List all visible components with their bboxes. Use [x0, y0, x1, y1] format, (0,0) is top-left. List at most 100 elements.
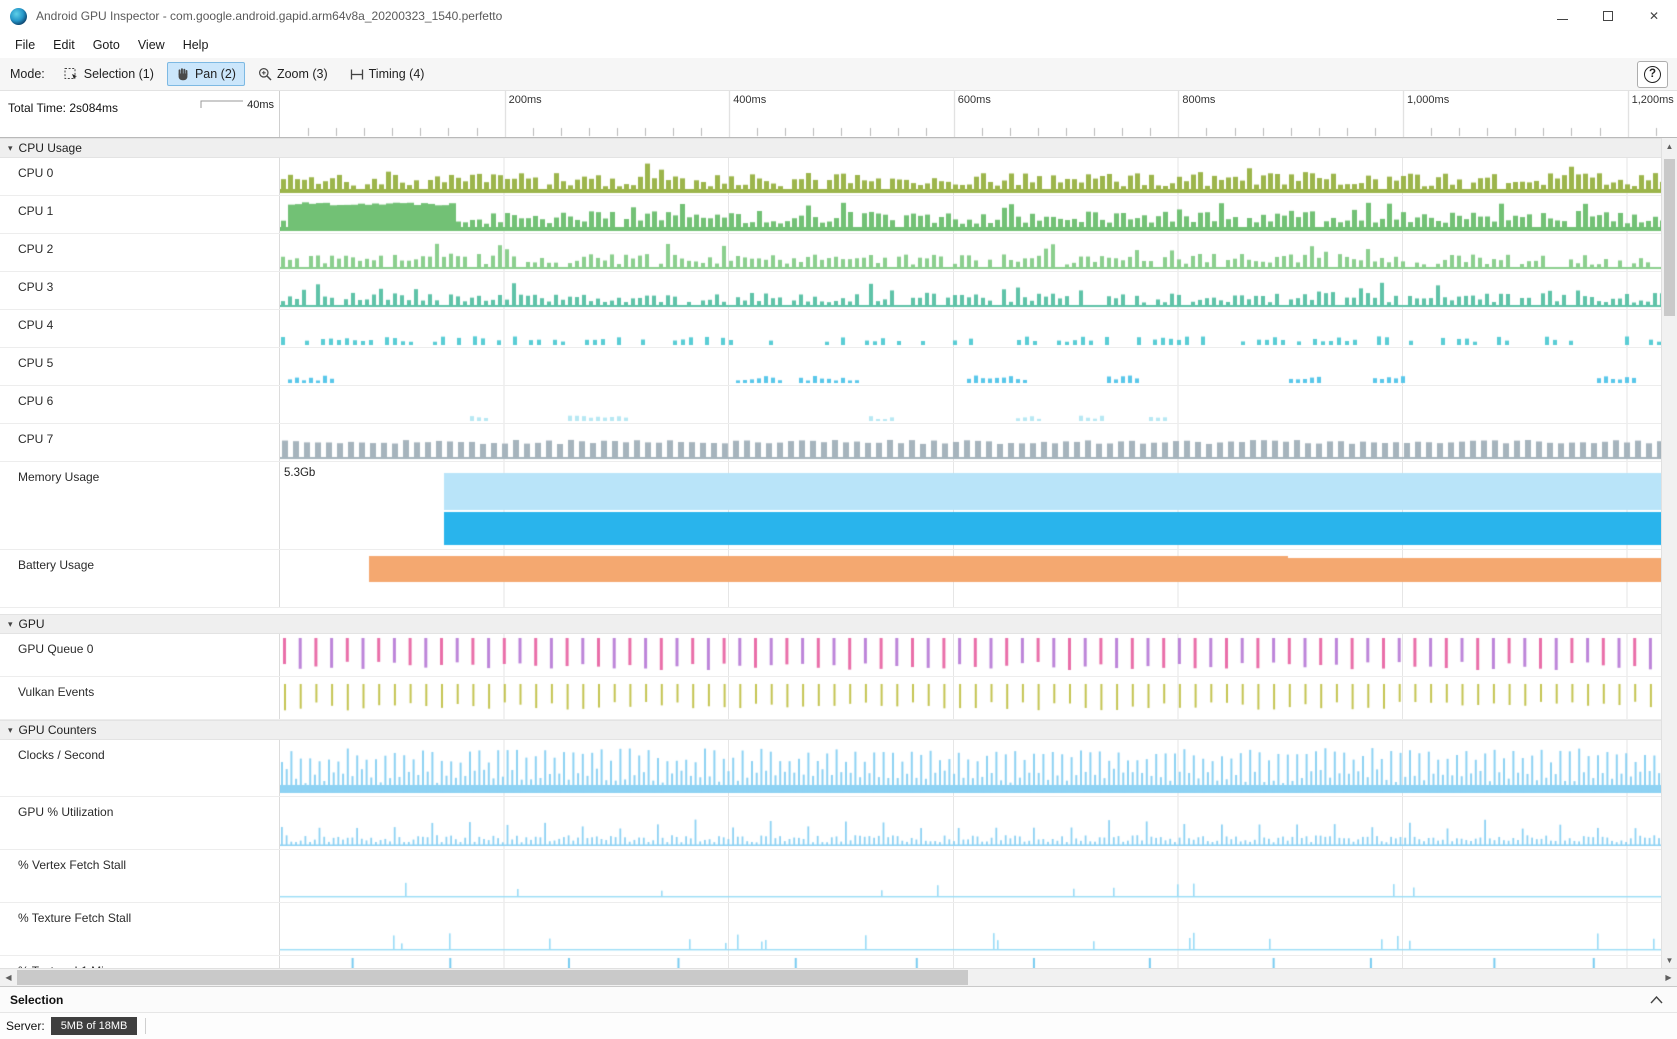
track-canvas	[280, 272, 1677, 309]
ruler-time-label: 800ms	[1182, 94, 1215, 106]
track-chart-gpu-queue-0[interactable]	[280, 634, 1677, 676]
track-chart-cpu-6[interactable]	[280, 386, 1677, 423]
status-separator	[145, 1018, 146, 1034]
track-chart-texture-fetch-stall[interactable]	[280, 903, 1677, 955]
track-canvas	[280, 348, 1677, 385]
zoom-icon	[258, 67, 272, 81]
timeline-tracks[interactable]: ▲ ▼ ▾CPU UsageCPU 0CPU 1CPU 2CPU 3CPU 4C…	[0, 138, 1677, 968]
vscroll-thumb[interactable]	[1664, 159, 1675, 316]
hscroll-thumb[interactable]	[17, 970, 968, 985]
menu-view[interactable]: View	[129, 34, 174, 56]
track-row-cpu-1: CPU 1	[0, 196, 1677, 234]
track-row-texture-l1-miss: % Texture L1 Miss	[0, 956, 1677, 968]
track-chart-cpu-1[interactable]	[280, 196, 1677, 233]
timing-mode-button[interactable]: Timing (4)	[341, 62, 434, 86]
track-chart-cpu-0[interactable]	[280, 158, 1677, 195]
track-chart-battery-usage[interactable]	[280, 550, 1677, 607]
section-label: CPU Usage	[19, 141, 82, 155]
timeline-ruler[interactable]: Total Time: 2s084ms 40ms 200ms400ms600ms…	[0, 91, 1677, 138]
collapse-arrow-icon[interactable]: ▾	[8, 619, 13, 630]
track-label: Vulkan Events	[0, 677, 280, 719]
scale-label: 40ms	[247, 99, 274, 111]
track-chart-gpu-utilization[interactable]	[280, 797, 1677, 849]
ruler-time-axis[interactable]: 200ms400ms600ms800ms1,000ms1,200ms	[280, 91, 1677, 137]
track-row-vertex-fetch-stall: % Vertex Fetch Stall	[0, 850, 1677, 903]
section-header-gpu-counters[interactable]: ▾GPU Counters	[0, 720, 1677, 740]
track-canvas	[280, 677, 1677, 719]
scroll-right-arrow-icon[interactable]: ▶	[1660, 969, 1677, 986]
track-canvas	[280, 386, 1677, 423]
track-row-texture-fetch-stall: % Texture Fetch Stall	[0, 903, 1677, 956]
scale-indicator: 40ms	[200, 99, 274, 111]
track-canvas	[280, 158, 1677, 195]
track-chart-cpu-5[interactable]	[280, 348, 1677, 385]
selection-mode-button[interactable]: Selection (1)	[55, 62, 163, 86]
ruler-left-panel: Total Time: 2s084ms 40ms	[0, 91, 280, 137]
pan-mode-button[interactable]: Pan (2)	[167, 62, 245, 86]
track-row-vulkan-events: Vulkan Events	[0, 677, 1677, 720]
scroll-up-arrow-icon[interactable]: ▲	[1662, 138, 1677, 154]
collapse-arrow-icon[interactable]: ▾	[8, 143, 13, 154]
track-label: Clocks / Second	[0, 740, 280, 796]
track-chart-memory-usage[interactable]: 5.3Gb	[280, 462, 1677, 549]
track-canvas	[280, 550, 1677, 607]
maximize-button[interactable]	[1585, 0, 1631, 32]
minimize-button[interactable]	[1539, 0, 1585, 32]
track-chart-clocks-second[interactable]	[280, 740, 1677, 796]
help-button[interactable]: ?	[1637, 61, 1668, 88]
track-chart-texture-l1-miss[interactable]	[280, 956, 1677, 968]
track-chart-cpu-2[interactable]	[280, 234, 1677, 271]
track-chart-cpu-4[interactable]	[280, 310, 1677, 347]
close-button[interactable]: ✕	[1631, 0, 1677, 32]
horizontal-scrollbar[interactable]: ◀ ▶	[0, 968, 1677, 986]
track-row-cpu-6: CPU 6	[0, 386, 1677, 424]
vertical-scrollbar[interactable]: ▲ ▼	[1661, 138, 1677, 968]
menu-help[interactable]: Help	[174, 34, 218, 56]
track-label: CPU 1	[0, 196, 280, 233]
ruler-time-label: 400ms	[733, 94, 766, 106]
scroll-down-arrow-icon[interactable]: ▼	[1662, 952, 1677, 968]
ruler-time-label: 1,000ms	[1407, 94, 1449, 106]
track-canvas	[280, 310, 1677, 347]
track-row-battery-usage: Battery Usage	[0, 550, 1677, 608]
track-row-cpu-2: CPU 2	[0, 234, 1677, 272]
track-label: Memory Usage	[0, 462, 280, 549]
zoom-mode-button[interactable]: Zoom (3)	[249, 62, 337, 86]
track-chart-cpu-7[interactable]	[280, 424, 1677, 461]
track-canvas	[280, 462, 1677, 549]
track-label: CPU 2	[0, 234, 280, 271]
track-row-cpu-3: CPU 3	[0, 272, 1677, 310]
track-chart-vulkan-events[interactable]	[280, 677, 1677, 719]
track-chart-cpu-3[interactable]	[280, 272, 1677, 309]
menu-goto[interactable]: Goto	[84, 34, 129, 56]
timing-icon	[350, 68, 364, 81]
track-row-cpu-0: CPU 0	[0, 158, 1677, 196]
minimize-icon	[1557, 19, 1568, 20]
menu-file[interactable]: File	[6, 34, 44, 56]
mode-button-label: Zoom (3)	[277, 67, 328, 81]
menu-edit[interactable]: Edit	[44, 34, 84, 56]
section-label: GPU	[19, 617, 45, 631]
track-row-gpu-queue-0: GPU Queue 0	[0, 634, 1677, 677]
track-label: CPU 5	[0, 348, 280, 385]
track-row-memory-usage: Memory Usage5.3Gb	[0, 462, 1677, 550]
selection-icon	[64, 67, 79, 81]
selection-panel-header[interactable]: Selection	[0, 986, 1677, 1012]
total-time-label: Total Time: 2s084ms	[8, 101, 118, 115]
track-canvas	[280, 634, 1677, 676]
track-label: % Texture L1 Miss	[0, 956, 280, 968]
section-header-gpu[interactable]: ▾ GPU	[0, 614, 1677, 634]
collapse-chevron-icon[interactable]	[1650, 996, 1663, 1004]
track-label: CPU 6	[0, 386, 280, 423]
scroll-left-arrow-icon[interactable]: ◀	[0, 969, 17, 986]
track-chart-vertex-fetch-stall[interactable]	[280, 850, 1677, 902]
titlebar: Android GPU Inspector - com.google.andro…	[0, 0, 1677, 32]
track-label: Battery Usage	[0, 550, 280, 607]
track-canvas	[280, 234, 1677, 271]
window-title: Android GPU Inspector - com.google.andro…	[36, 9, 502, 23]
collapse-arrow-icon[interactable]: ▾	[8, 725, 13, 736]
selection-title: Selection	[10, 993, 63, 1007]
menubar: FileEditGotoViewHelp	[0, 32, 1677, 58]
section-header-cpu-usage[interactable]: ▾ CPU Usage	[0, 138, 1677, 158]
server-memory-badge: 5MB of 18MB	[51, 1017, 138, 1035]
